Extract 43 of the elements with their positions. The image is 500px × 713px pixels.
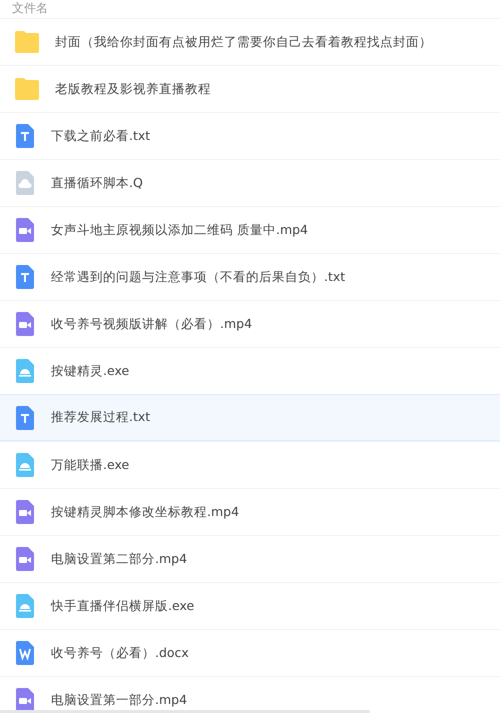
video-file-icon (14, 311, 36, 337)
file-row[interactable]: 快手直播伴侣横屏版.exe (0, 582, 500, 629)
file-row[interactable]: 收号养号（必看）.docx (0, 629, 500, 676)
file-name: 快手直播伴侣横屏版.exe (51, 598, 194, 614)
file-name: 女声斗地主原视频以添加二维码 质量中.mp4 (51, 222, 308, 238)
file-row[interactable]: 下载之前必看.txt (0, 112, 500, 159)
file-row[interactable]: 收号养号视频版讲解（必看）.mp4 (0, 300, 500, 347)
video-file-icon (14, 217, 36, 243)
video-file-icon (14, 546, 36, 572)
column-header: 文件名 (12, 2, 48, 14)
file-name: 收号养号（必看）.docx (51, 644, 189, 662)
file-row[interactable]: 经常遇到的问题与注意事项（不看的后果自负）.txt (0, 253, 500, 300)
file-name: 万能联播.exe (51, 456, 130, 474)
file-name: 经常遇到的问题与注意事项（不看的后果自负）.txt (51, 268, 346, 286)
file-name: 按键精灵脚本修改坐标教程.mp4 (51, 504, 240, 520)
text-file-icon (14, 264, 36, 290)
folder-icon (14, 30, 40, 54)
file-row[interactable]: 电脑设置第二部分.mp4 (0, 535, 500, 582)
file-name: 电脑设置第二部分.mp4 (51, 550, 188, 568)
file-name: 电脑设置第一部分.mp4 (51, 692, 188, 708)
app-file-icon (14, 593, 36, 619)
file-name: 直播循环脚本.Q (51, 174, 143, 192)
file-row[interactable]: 女声斗地主原视频以添加二维码 质量中.mp4 (0, 206, 500, 253)
file-row[interactable]: 老版教程及影视养直播教程 (0, 65, 500, 112)
file-row[interactable]: 万能联播.exe (0, 441, 500, 488)
file-name: 下载之前必看.txt (51, 128, 150, 144)
video-file-icon (14, 499, 36, 525)
text-file-icon (14, 404, 36, 430)
file-name: 推荐发展过程.txt (51, 409, 150, 426)
file-name: 封面（我给你封面有点被用烂了需要你自己去看着教程找点封面） (55, 34, 432, 50)
file-name: 收号养号视频版讲解（必看）.mp4 (51, 316, 252, 332)
app-file-icon (14, 358, 36, 384)
file-row[interactable]: 直播循环脚本.Q (0, 159, 500, 206)
text-file-icon (14, 123, 36, 149)
file-row[interactable]: 封面（我给你封面有点被用烂了需要你自己去看着教程找点封面） (0, 18, 500, 65)
file-row[interactable]: 按键精灵脚本修改坐标教程.mp4 (0, 488, 500, 535)
file-name: 老版教程及影视养直播教程 (55, 80, 211, 98)
app-file-icon (14, 452, 36, 478)
word-file-icon (14, 640, 36, 666)
folder-icon (14, 77, 40, 101)
file-name: 按键精灵.exe (51, 362, 130, 380)
file-row[interactable]: 推荐发展过程.txt (0, 394, 500, 441)
cloud-file-icon (14, 170, 36, 196)
